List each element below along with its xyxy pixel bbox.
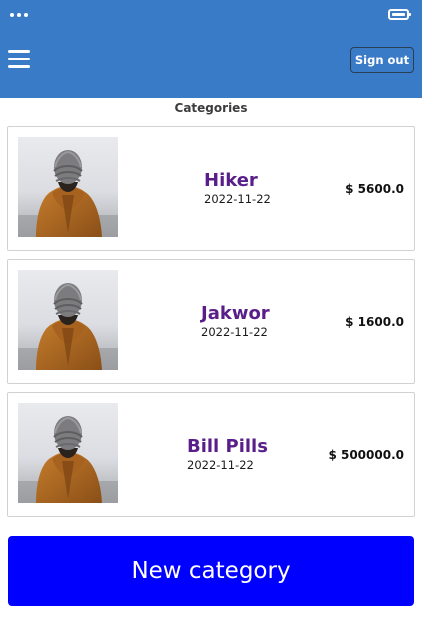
sign-out-button[interactable]: Sign out xyxy=(350,47,414,73)
category-info: Jakwor 2022-11-22 xyxy=(201,260,270,383)
category-price: $ 1600.0 xyxy=(345,314,404,329)
category-info: Bill Pills 2022-11-22 xyxy=(187,393,268,516)
category-name: Jakwor xyxy=(201,303,270,324)
hamburger-menu-icon[interactable] xyxy=(8,50,30,68)
category-image xyxy=(18,270,118,370)
category-name: Hiker xyxy=(204,170,258,191)
category-price: $ 5600.0 xyxy=(345,181,404,196)
category-image xyxy=(18,137,118,237)
category-date: 2022-11-22 xyxy=(204,192,271,206)
category-card[interactable]: Hiker 2022-11-22 $ 5600.0 xyxy=(7,126,415,251)
category-date: 2022-11-22 xyxy=(201,325,268,339)
page-title: Categories xyxy=(174,101,248,115)
category-image xyxy=(18,403,118,503)
new-category-button[interactable]: New category xyxy=(8,536,414,606)
category-price: $ 500000.0 xyxy=(328,447,404,462)
category-card[interactable]: Bill Pills 2022-11-22 $ 500000.0 xyxy=(7,392,415,517)
top-app-bar: Sign out xyxy=(0,0,422,98)
ellipsis-icon xyxy=(10,13,28,17)
category-date: 2022-11-22 xyxy=(187,458,254,472)
category-name: Bill Pills xyxy=(187,436,268,457)
category-card[interactable]: Jakwor 2022-11-22 $ 1600.0 xyxy=(7,259,415,384)
battery-icon xyxy=(388,9,411,20)
category-info: Hiker 2022-11-22 xyxy=(204,127,271,250)
app-screen: Sign out Categories Hiker 2022-11-22 $ 5… xyxy=(0,0,422,627)
